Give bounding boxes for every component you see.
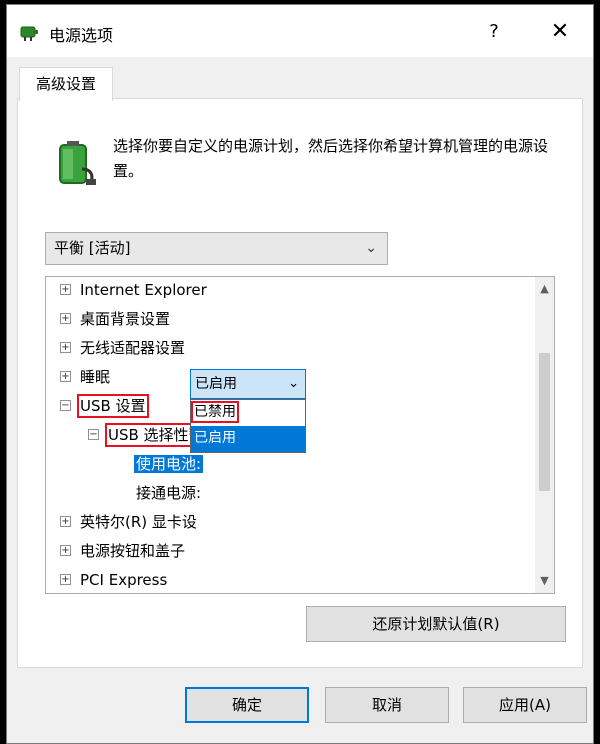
tree-item-label: 英特尔(R) 显卡设 — [80, 513, 197, 531]
option-label: 已禁用 — [191, 401, 239, 423]
tree-item-usb-settings[interactable]: − USB 设置 — [60, 393, 149, 419]
battery-setting-value: 已启用 — [195, 376, 237, 392]
tab-strip: 高级设置 — [17, 67, 583, 101]
advanced-settings-panel: 选择你要自定义的电源计划，然后选择你希望计算机管理的电源设置。 平衡 [活动] … — [17, 98, 583, 668]
title-bar: 电源选项 ? ✕ — [7, 5, 593, 57]
tree-item-label: USB 设置 — [77, 394, 149, 418]
tree-item-label: 电源按钮和盖子 — [80, 542, 186, 560]
battery-plug-icon — [59, 141, 96, 185]
tree-item-label: 无线适配器设置 — [80, 339, 186, 357]
tree-item-label: 桌面背景设置 — [80, 310, 171, 328]
collapse-icon[interactable]: − — [60, 400, 71, 411]
chevron-down-icon: ⌄ — [288, 376, 299, 391]
power-options-icon — [20, 26, 38, 41]
collapse-icon[interactable]: − — [88, 429, 99, 440]
tree-item-on-battery[interactable]: 使用电池: — [134, 451, 204, 477]
tree-item-label: 接通电源: — [136, 484, 202, 502]
restore-defaults-button[interactable]: 还原计划默认值(R) — [306, 606, 566, 642]
close-button[interactable]: ✕ — [540, 17, 580, 47]
battery-setting-dropdown[interactable]: 已启用 ⌄ — [190, 369, 306, 399]
tree-item-intel-graphics[interactable]: + 英特尔(R) 显卡设 — [60, 509, 197, 535]
option-disabled[interactable]: 已禁用 — [191, 400, 305, 426]
description-text: 选择你要自定义的电源计划，然后选择你希望计算机管理的电源设置。 — [113, 137, 549, 180]
tree-item-desktop-background[interactable]: + 桌面背景设置 — [60, 306, 170, 332]
ok-button[interactable]: 确定 — [185, 687, 309, 723]
help-button[interactable]: ? — [474, 17, 514, 47]
battery-setting-options: 已禁用 已启用 — [190, 399, 306, 453]
expand-icon[interactable]: + — [60, 574, 71, 585]
tree-scrollbar[interactable]: ▲ ▼ — [535, 277, 554, 593]
expand-icon[interactable]: + — [60, 313, 71, 324]
tree-item-power-buttons-lid[interactable]: + 电源按钮和盖子 — [60, 538, 185, 564]
power-plan-value: 平衡 [活动] — [54, 239, 131, 257]
window-title: 电源选项 — [49, 26, 114, 45]
scrollbar-thumb[interactable] — [539, 353, 550, 491]
scroll-down-arrow-icon[interactable]: ▼ — [535, 571, 554, 591]
expand-icon[interactable]: + — [60, 284, 71, 295]
tree-item-sleep[interactable]: + 睡眠 — [60, 364, 110, 390]
dialog-frame: 电源选项 ? ✕ 高级设置 选择你要自定义的电源计划，然后选择你希望计算机管理的… — [6, 4, 594, 744]
expand-icon[interactable]: + — [60, 545, 71, 556]
expand-icon[interactable]: + — [60, 342, 71, 353]
option-enabled[interactable]: 已启用 — [191, 426, 305, 452]
tree-item-plugged-in[interactable]: 接通电源: — [136, 480, 201, 506]
tree-item-label: 使用电池: — [134, 455, 204, 473]
expand-icon[interactable]: + — [60, 371, 71, 382]
tree-item-wireless-adapter[interactable]: + 无线适配器设置 — [60, 335, 185, 361]
tree-item-internet-explorer[interactable]: + Internet Explorer — [60, 277, 207, 303]
chevron-down-icon: ⌄ — [365, 240, 377, 256]
tree-item-label: 睡眠 — [80, 368, 111, 386]
tree-item-pci-express[interactable]: + PCI Express — [60, 567, 167, 593]
tree-item-label: PCI Express — [80, 571, 168, 589]
scroll-up-arrow-icon[interactable]: ▲ — [535, 279, 554, 299]
tab-advanced-settings[interactable]: 高级设置 — [19, 67, 113, 101]
power-plan-select[interactable]: 平衡 [活动] ⌄ — [45, 232, 388, 265]
expand-icon[interactable]: + — [60, 516, 71, 527]
apply-button[interactable]: 应用(A) — [463, 687, 587, 723]
cancel-button[interactable]: 取消 — [325, 687, 449, 723]
power-options-window: 电源选项 ? ✕ 高级设置 选择你要自定义的电源计划，然后选择你希望计算机管理的… — [0, 0, 600, 744]
tree-item-label: Internet Explorer — [80, 281, 207, 299]
